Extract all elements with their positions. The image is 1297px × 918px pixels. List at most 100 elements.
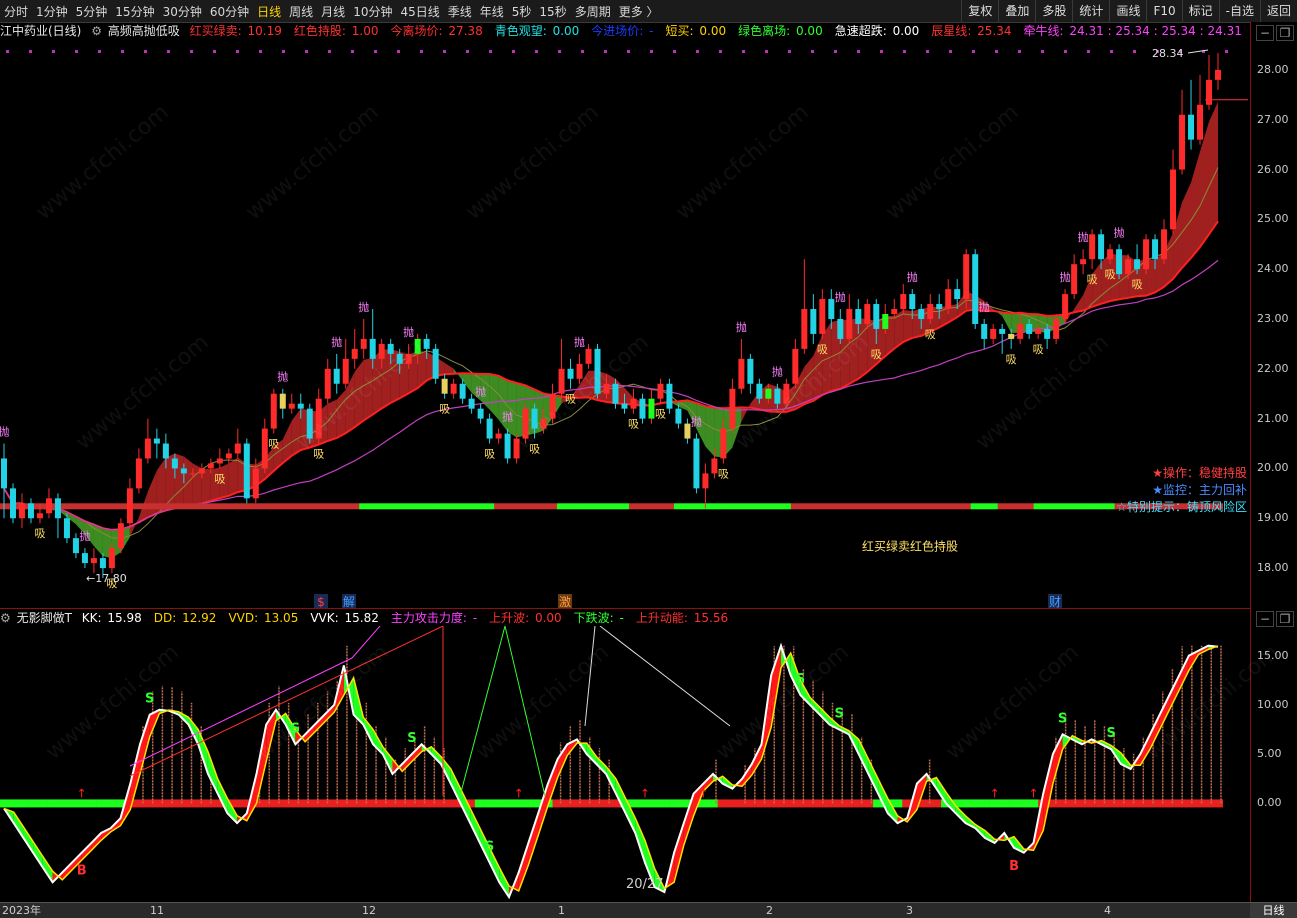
sub-status-segment <box>1154 799 1165 808</box>
kk-line <box>3 642 1219 900</box>
period-13[interactable]: 5秒 <box>508 3 536 20</box>
sub-status-segment <box>572 799 583 808</box>
toolbar-button-0[interactable]: 复权 <box>961 0 998 22</box>
marker-dot <box>489 50 492 53</box>
period-11[interactable]: 季线 <box>444 3 476 20</box>
trend-band <box>489 374 499 420</box>
sub-scale-collapse-button[interactable]: ❐ <box>1276 611 1294 627</box>
sub-status-segment <box>377 799 388 808</box>
sub-status-segment <box>639 799 650 808</box>
time-tick: 12 <box>362 904 376 917</box>
period-5[interactable]: 60分钟 <box>206 3 253 20</box>
candle-body <box>36 513 43 519</box>
sub-status-segment <box>66 799 77 808</box>
sub-tick: 0.00 <box>1257 796 1282 810</box>
candle-body <box>234 443 241 454</box>
toolbar-button-4[interactable]: 画线 <box>1109 0 1146 22</box>
candle-body <box>342 358 349 384</box>
pane-divider[interactable] <box>0 608 1250 609</box>
candle-body <box>702 473 709 489</box>
sub-status-segment <box>474 799 485 808</box>
candle-body <box>1035 328 1042 334</box>
period-2[interactable]: 5分钟 <box>72 3 112 20</box>
marker-dot <box>121 50 124 53</box>
period-7[interactable]: 周线 <box>285 3 317 20</box>
status-bar-segment <box>431 503 441 510</box>
sub-settings-icon[interactable]: ⚙ <box>0 611 11 625</box>
sub-scale-minus-button[interactable]: − <box>1256 611 1274 627</box>
period-0[interactable]: 分时 <box>0 3 32 20</box>
hint-line: ☆特别提示：铸顶风险区 <box>1116 499 1247 516</box>
status-bar-segment <box>143 503 153 510</box>
period-8[interactable]: 月线 <box>317 3 349 20</box>
status-bar-segment <box>350 503 360 510</box>
candle-body <box>675 408 682 424</box>
toolbar-button-1[interactable]: 叠加 <box>998 0 1035 22</box>
sub-value: 12.92 <box>182 611 217 625</box>
scale-minus-button[interactable]: − <box>1256 25 1274 41</box>
sub-status-segment <box>649 799 660 808</box>
candle-body <box>1 458 7 489</box>
candle-body <box>846 309 853 339</box>
status-bar-segment <box>781 503 792 510</box>
period-9[interactable]: 10分钟 <box>349 3 396 20</box>
sub-status-segment <box>766 799 777 808</box>
period-corner-button[interactable]: 日线 <box>1250 903 1297 918</box>
sub-status-segment <box>309 799 320 808</box>
price-tick: 24.00 <box>1257 262 1289 276</box>
period-16[interactable]: 更多 〉 <box>615 3 663 20</box>
sub-indicator-chart[interactable]: SSSSSSSSBBB↑↑↑↑↑↑↑20/27 <box>0 626 1250 902</box>
sub-separator: : <box>97 611 106 625</box>
toolbar-button-7[interactable]: -自选 <box>1218 0 1260 22</box>
marker-dot <box>880 50 883 53</box>
sub-status-segment <box>57 799 68 808</box>
status-bar-segment <box>314 503 324 510</box>
candle-body <box>360 338 367 349</box>
candle-body <box>936 304 943 310</box>
event-marker[interactable]: 解 <box>343 595 355 608</box>
toolbar-button-5[interactable]: F10 <box>1146 0 1181 22</box>
period-12[interactable]: 年线 <box>476 3 508 20</box>
period-3[interactable]: 15分钟 <box>111 3 158 20</box>
status-bar-segment <box>233 503 243 510</box>
price-tick: 28.00 <box>1257 62 1289 76</box>
price-axis[interactable]: − ❐ − ❐ 28.00 27.00 26.00 25.00 24.00 23.00 22… <box>1250 22 1297 902</box>
period-1[interactable]: 1分钟 <box>32 3 72 20</box>
toolbar-button-3[interactable]: 统计 <box>1072 0 1109 22</box>
period-14[interactable]: 15秒 <box>535 3 570 20</box>
candle-body <box>765 388 772 399</box>
event-marker[interactable]: 激 <box>559 595 571 608</box>
status-bar-segment <box>134 503 144 510</box>
status-bar-segment <box>844 503 855 510</box>
marker-dot <box>1110 50 1113 53</box>
sub-indicator-name[interactable]: 无影脚做T <box>17 611 72 625</box>
period-15[interactable]: 多周期 <box>571 3 615 20</box>
event-marker[interactable]: 财 <box>1049 595 1061 608</box>
period-6[interactable]: 日线 <box>253 3 285 20</box>
high-price-label: 28.34 <box>1152 47 1184 60</box>
sub-indicator-info-bar: ⚙ 无影脚做T KK: 15.98 DD: 12.92 VVD: 13.05 VVK:… <box>0 610 1250 626</box>
candle-body <box>810 309 817 334</box>
sub-separator: : <box>334 611 343 625</box>
toolbar-button-6[interactable]: 标记 <box>1181 0 1219 22</box>
sub-status-segment <box>1135 799 1146 808</box>
candle-body <box>828 299 835 319</box>
candle-body <box>594 348 601 394</box>
status-bar-segment <box>440 503 450 510</box>
period-10[interactable]: 45日线 <box>396 3 443 20</box>
marker-dot <box>52 50 55 53</box>
candle-body <box>1026 323 1033 334</box>
scale-collapse-button[interactable]: ❐ <box>1276 25 1294 41</box>
event-marker[interactable]: $ <box>317 595 325 608</box>
status-bar-segment <box>611 503 621 510</box>
sub-status-segment <box>601 799 612 808</box>
buy-signal-label: 吸 <box>655 408 666 421</box>
toolbar-button-8[interactable]: 返回 <box>1259 0 1297 22</box>
sub-status-segment <box>1145 799 1156 808</box>
candle-body <box>117 523 124 549</box>
price-chart[interactable]: 抛抛抛抛抛抛抛抛抛抛抛抛抛抛抛抛抛 抛吸吸吸吸吸吸吸 吸吸吸吸吸吸 吸吸吸吸吸 吸吸28… <box>0 22 1250 608</box>
buy-signal-label: 吸 <box>628 418 639 431</box>
candle-body <box>27 503 34 519</box>
toolbar-button-2[interactable]: 多股 <box>1035 0 1072 22</box>
period-4[interactable]: 30分钟 <box>159 3 206 20</box>
